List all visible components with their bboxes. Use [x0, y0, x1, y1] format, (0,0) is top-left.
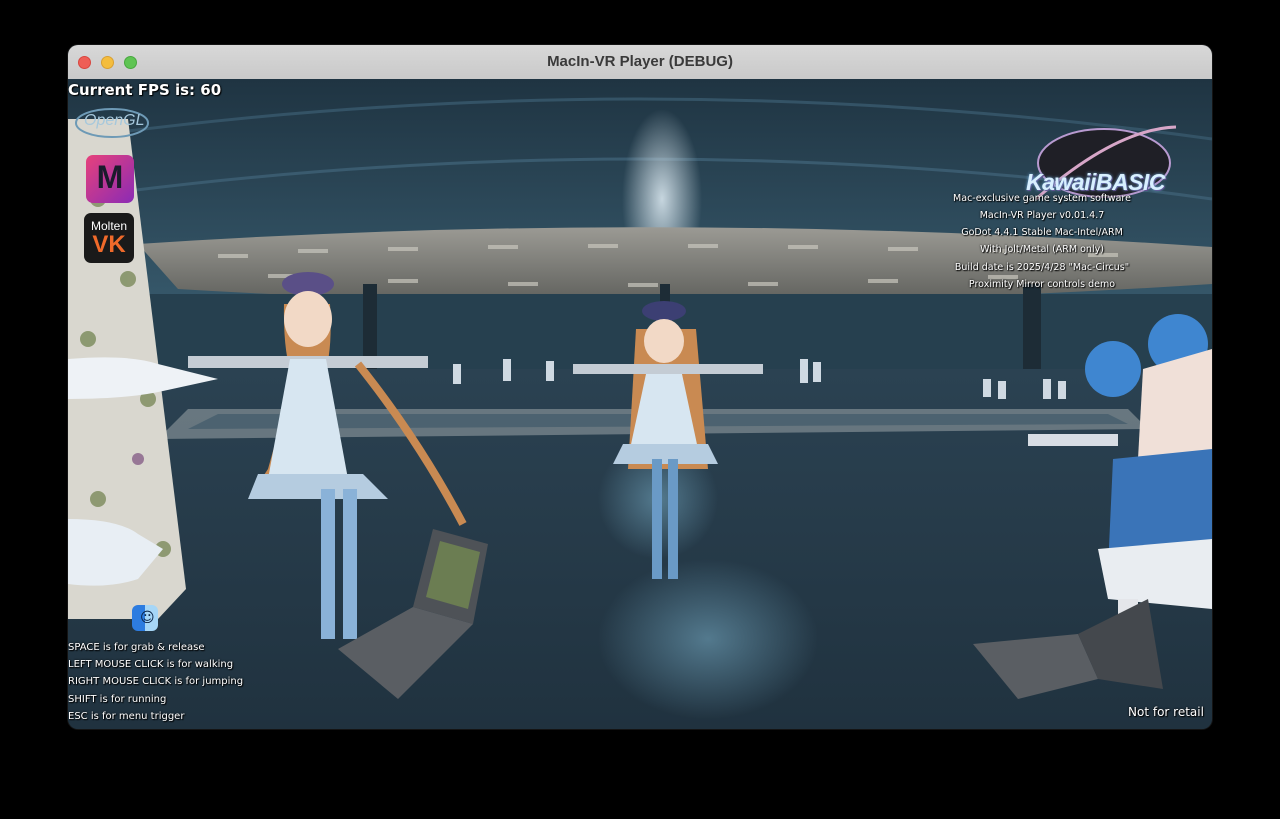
finder-icon[interactable]: ☺: [132, 605, 158, 631]
finder-face-icon: ☺: [140, 610, 155, 626]
metal-logo: M: [86, 155, 134, 203]
not-for-retail-label: Not for retail: [1128, 705, 1204, 719]
opengl-logo-text: OpenGL: [84, 112, 145, 129]
kawaiibasic-logo-text: KawaiiBASIC: [1026, 169, 1165, 195]
app-window: MacIn-VR Player (DEBUG) Current FPS is: …: [68, 45, 1212, 729]
window-title: MacIn-VR Player (DEBUG): [547, 53, 733, 70]
control-hint-right-click: RIGHT MOUSE CLICK is for jumping: [68, 676, 244, 687]
info-line-5: Build date is 2025/4/28 "Mac-Circus": [954, 262, 1130, 273]
fps-counter: Current FPS is: 60: [68, 81, 222, 99]
metal-logo-text: M: [96, 159, 124, 195]
control-hint-shift: SHIFT is for running: [68, 694, 167, 705]
opengl-logo: OpenGL: [72, 105, 160, 141]
info-line-6: Proximity Mirror controls demo: [968, 279, 1116, 290]
control-hint-left-click: LEFT MOUSE CLICK is for walking: [68, 659, 234, 670]
info-line-3: GoDot 4.4.1 Stable Mac-Intel/ARM: [961, 227, 1123, 238]
info-line-4: With Jolt/Metal (ARM only): [980, 244, 1104, 255]
title-bar[interactable]: MacIn-VR Player (DEBUG): [68, 45, 1212, 80]
control-hint-esc: ESC is for menu trigger: [68, 711, 185, 722]
game-viewport[interactable]: Current FPS is: 60 OpenGL M Molten VK Ka…: [68, 79, 1212, 729]
moltenvk-logo: Molten VK: [84, 213, 134, 263]
control-hint-space: SPACE is for grab & release: [68, 642, 205, 653]
moltenvk-logo-bottom: VK: [92, 231, 126, 258]
info-line-2: MacIn-VR Player v0.01.4.7: [979, 210, 1105, 221]
info-line-1: Mac-exclusive game system software: [953, 193, 1131, 204]
